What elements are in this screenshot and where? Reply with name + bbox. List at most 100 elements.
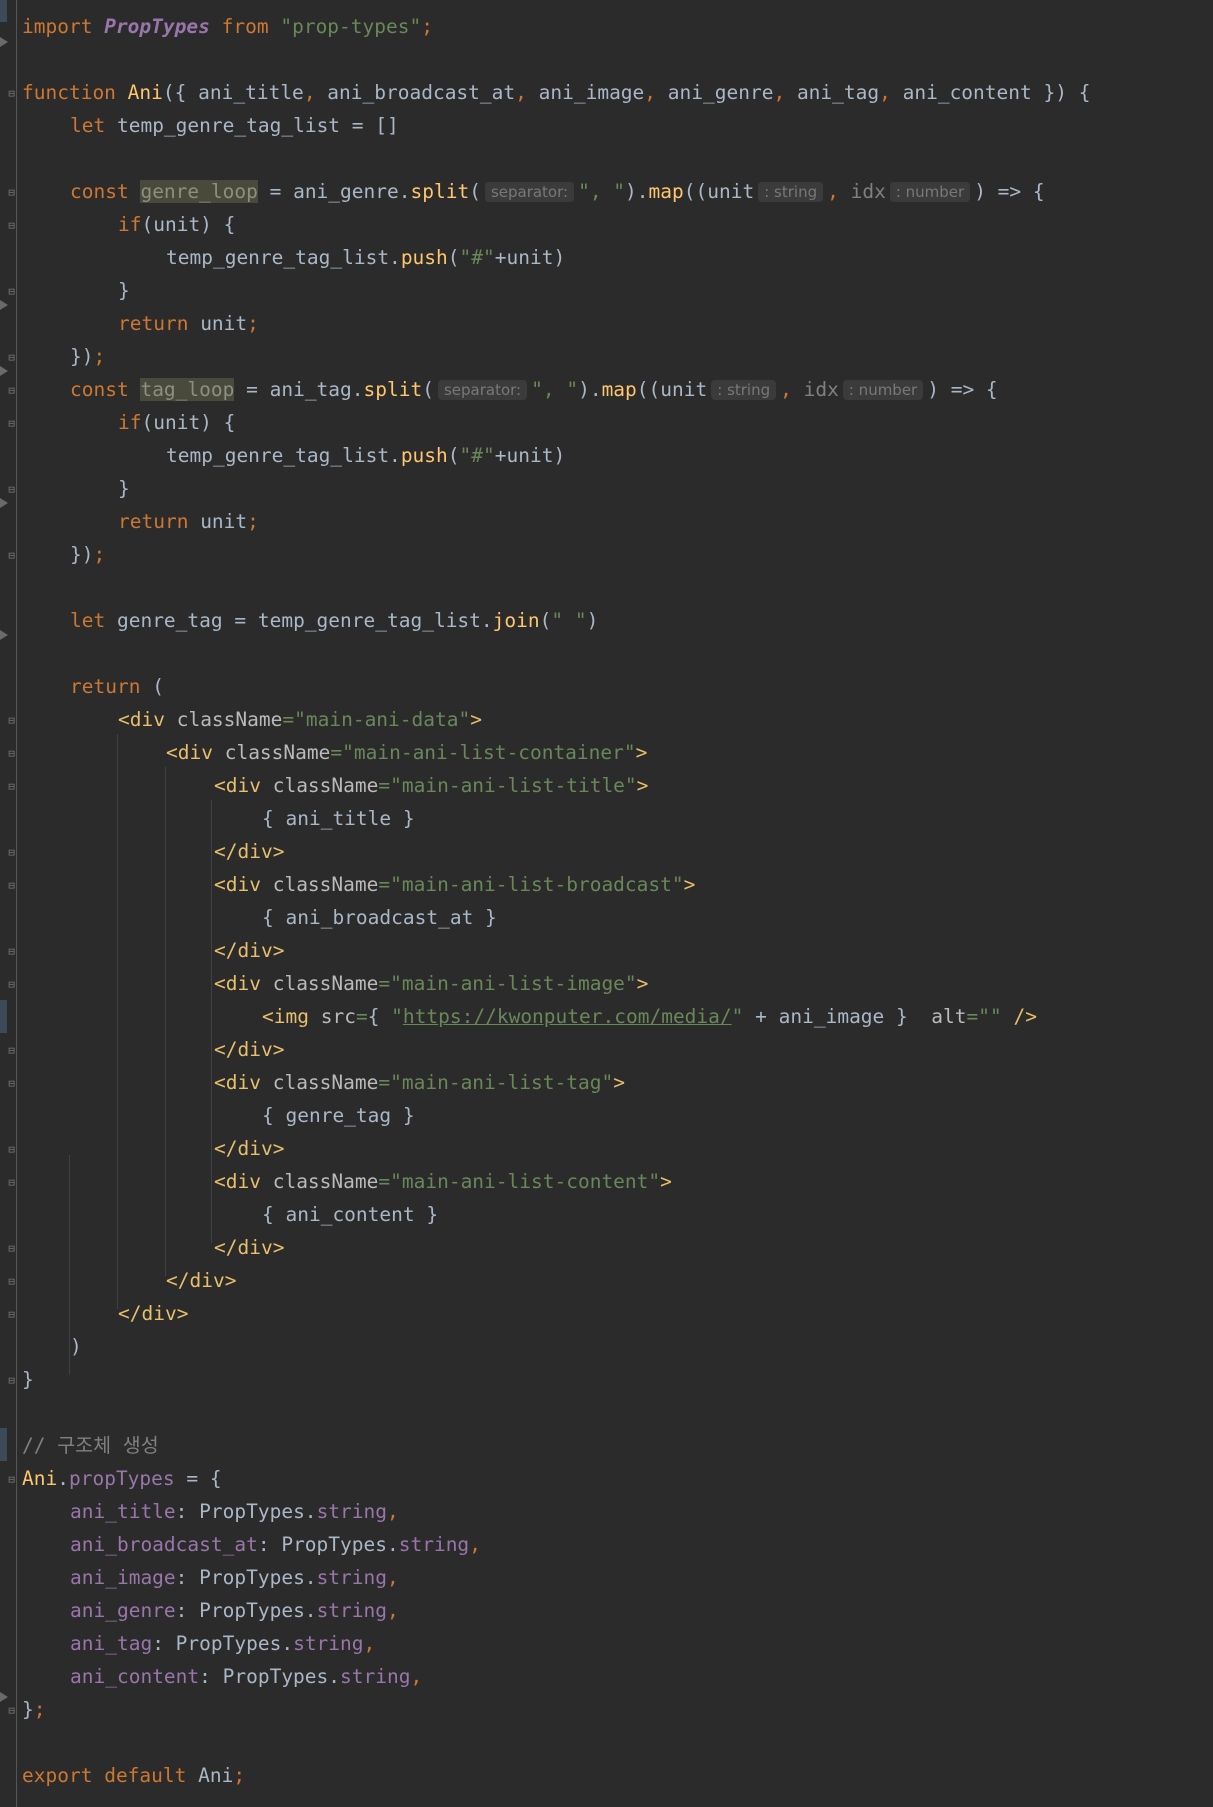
fold-toggle-icon[interactable]: ⊟	[7, 880, 16, 891]
code-editor[interactable]: ⊟ ⊟ ⊟ ⊟ ⊟ ⊟ ⊟ ⊟ ⊟ ⊟ ⊟ ⊟ ⊟ ⊟ ⊟ ⊟ ⊟ ⊟ ⊟ ⊟ …	[0, 0, 1213, 1807]
code-line-8[interactable]: temp_genre_tag_list.push("#"+unit)	[166, 241, 565, 274]
code-line-24[interactable]: <div className="main-ani-list-title">	[214, 769, 648, 802]
fold-toggle-icon[interactable]: ⊟	[7, 1309, 16, 1320]
code-line-3[interactable]: function Ani({ ani_title, ani_broadcast_…	[22, 76, 1090, 109]
fold-toggle-icon[interactable]: ⊟	[7, 1375, 16, 1386]
code-line-49[interactable]: ani_genre: PropTypes.string,	[70, 1594, 399, 1627]
code-line-28[interactable]: { ani_broadcast_at }	[262, 901, 497, 934]
fold-toggle-icon[interactable]: ⊟	[7, 1144, 16, 1155]
code-line-50[interactable]: ani_tag: PropTypes.string,	[70, 1627, 375, 1660]
type-hint: : number	[842, 380, 924, 400]
code-line-54[interactable]: export default Ani;	[22, 1759, 245, 1792]
code-line-36[interactable]: <div className="main-ani-list-content">	[214, 1165, 672, 1198]
code-line-21[interactable]: return (	[70, 670, 164, 703]
comma: ,	[644, 81, 668, 104]
code-line-17[interactable]: });	[70, 538, 105, 571]
code-line-25[interactable]: { ani_title }	[262, 802, 415, 835]
breakpoint-arrow-icon[interactable]	[0, 1692, 8, 1702]
string-literal: "	[731, 1005, 744, 1028]
code-line-37[interactable]: { ani_content }	[262, 1198, 438, 1231]
code-line-52[interactable]: };	[22, 1693, 46, 1726]
code-line-1[interactable]: import PropTypes from "prop-types";	[22, 10, 433, 43]
breakpoint-arrow-icon[interactable]	[0, 37, 8, 47]
param: ani_image	[538, 81, 645, 104]
fold-toggle-icon[interactable]: ⊟	[7, 550, 16, 561]
fold-toggle-icon[interactable]: ⊟	[7, 187, 16, 198]
code-line-12[interactable]: const tag_loop = ani_tag.split(separator…	[70, 373, 998, 406]
code-line-16[interactable]: return unit;	[118, 505, 259, 538]
code-text: temp_genre_tag_list = []	[116, 114, 399, 137]
indent-guide	[165, 767, 166, 1276]
code-line-34[interactable]: { genre_tag }	[262, 1099, 415, 1132]
fold-toggle-icon[interactable]: ⊟	[7, 979, 16, 990]
code-text: unit	[188, 510, 248, 533]
fold-toggle-icon[interactable]: ⊟	[7, 88, 16, 99]
code-line-14[interactable]: temp_genre_tag_list.push("#"+unit)	[166, 439, 565, 472]
fold-toggle-icon[interactable]: ⊟	[7, 286, 16, 297]
fold-toggle-icon[interactable]: ⊟	[7, 781, 16, 792]
code-line-46[interactable]: ani_title: PropTypes.string,	[70, 1495, 399, 1528]
fold-toggle-icon[interactable]: ⊟	[7, 1276, 16, 1287]
code-line-39[interactable]: </div>	[166, 1264, 236, 1297]
code-line-31[interactable]: <img src={ "https://kwonputer.com/media/…	[262, 1000, 1037, 1033]
code-line-22[interactable]: <div className="main-ani-data">	[118, 703, 482, 736]
code-line-33[interactable]: <div className="main-ani-list-tag">	[214, 1066, 625, 1099]
code-line-27[interactable]: <div className="main-ani-list-broadcast"…	[214, 868, 695, 901]
code-line-26[interactable]: </div>	[214, 835, 284, 868]
code-line-13[interactable]: if(unit) {	[118, 406, 235, 439]
code-line-32[interactable]: </div>	[214, 1033, 284, 1066]
fold-toggle-icon[interactable]: ⊟	[7, 484, 16, 495]
code-text: unit	[188, 312, 248, 335]
fold-toggle-icon[interactable]: ⊟	[7, 352, 16, 363]
fold-toggle-icon[interactable]: ⊟	[7, 1243, 16, 1254]
fold-toggle-icon[interactable]: ⊟	[7, 1705, 16, 1716]
jsx-attr: className	[260, 972, 379, 995]
code-line-42[interactable]: }	[22, 1363, 34, 1396]
code-line-40[interactable]: </div>	[118, 1297, 188, 1330]
comma: ,	[387, 1599, 399, 1622]
fold-toggle-icon[interactable]: ⊟	[7, 385, 16, 396]
fold-toggle-icon[interactable]: ⊟	[7, 1177, 16, 1188]
fold-toggle-icon[interactable]: ⊟	[7, 1078, 16, 1089]
fold-toggle-icon[interactable]: ⊟	[7, 715, 16, 726]
breakpoint-arrow-icon[interactable]	[0, 366, 8, 376]
comma: ,	[827, 180, 839, 203]
fold-toggle-icon[interactable]: ⊟	[7, 946, 16, 957]
code-line-6[interactable]: const genre_loop = ani_genre.split(separ…	[70, 175, 1045, 208]
jsx-tag: <div	[214, 1170, 261, 1193]
breakpoint-arrow-icon[interactable]	[0, 300, 8, 310]
code-line-7[interactable]: if(unit) {	[118, 208, 235, 241]
jsx-attr: className	[260, 1071, 379, 1094]
code-line-11[interactable]: });	[70, 340, 105, 373]
code-line-47[interactable]: ani_broadcast_at: PropTypes.string,	[70, 1528, 481, 1561]
semicolon: ;	[93, 345, 106, 368]
code-line-51[interactable]: ani_content: PropTypes.string,	[70, 1660, 422, 1693]
code-line-44[interactable]: // 구조체 생성	[22, 1429, 159, 1462]
fold-toggle-icon[interactable]: ⊟	[7, 220, 16, 231]
code-line-41[interactable]: )	[70, 1330, 82, 1363]
code-line-45[interactable]: Ani.propTypes = {	[22, 1462, 222, 1495]
breakpoint-arrow-icon[interactable]	[0, 630, 8, 640]
fold-toggle-icon[interactable]: ⊟	[7, 1474, 16, 1485]
property-name: string	[316, 1500, 388, 1523]
fold-toggle-icon[interactable]: ⊟	[7, 847, 16, 858]
code-line-4[interactable]: let temp_genre_tag_list = []	[70, 109, 399, 142]
code-line-15[interactable]: }	[118, 472, 130, 505]
code-line-38[interactable]: </div>	[214, 1231, 284, 1264]
code-text: (	[447, 444, 460, 467]
fold-toggle-icon[interactable]: ⊟	[7, 418, 16, 429]
code-line-30[interactable]: <div className="main-ani-list-image">	[214, 967, 648, 1000]
jsx-tag: <div	[118, 708, 165, 731]
code-line-19[interactable]: let genre_tag = temp_genre_tag_list.join…	[70, 604, 598, 637]
code-line-48[interactable]: ani_image: PropTypes.string,	[70, 1561, 399, 1594]
fold-toggle-icon[interactable]: ⊟	[7, 748, 16, 759]
code-line-10[interactable]: return unit;	[118, 307, 259, 340]
url-link[interactable]: https://kwonputer.com/media/	[403, 1005, 732, 1028]
code-line-29[interactable]: </div>	[214, 934, 284, 967]
code-line-9[interactable]: }	[118, 274, 130, 307]
code-line-23[interactable]: <div className="main-ani-list-container"…	[166, 736, 647, 769]
fold-toggle-icon[interactable]: ⊟	[7, 1045, 16, 1056]
breakpoint-arrow-icon[interactable]	[0, 498, 8, 508]
code-line-35[interactable]: </div>	[214, 1132, 284, 1165]
property-name: propTypes	[68, 1467, 175, 1490]
